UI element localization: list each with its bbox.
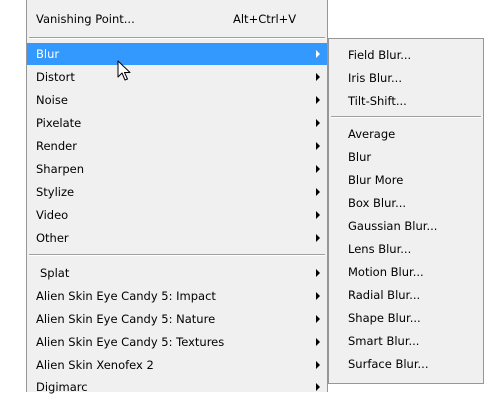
menu-item-digimarc[interactable]: Digimarc — [27, 376, 327, 398]
chevron-right-icon — [316, 188, 320, 196]
submenu-item-blur-more[interactable]: Blur More — [329, 169, 483, 191]
menu-item-noise[interactable]: Noise — [27, 89, 327, 111]
chevron-right-icon — [316, 211, 320, 219]
menu-separator — [29, 37, 325, 39]
menu-item-label: Tilt-Shift... — [348, 94, 407, 108]
menu-item-stylize[interactable]: Stylize — [27, 181, 327, 203]
menu-item-label: Smart Blur... — [348, 334, 420, 348]
menu-item-label: Box Blur... — [348, 196, 407, 210]
menu-item-label: Pixelate — [36, 116, 82, 130]
menu-item-render[interactable]: Render — [27, 135, 327, 157]
blur-submenu: Field Blur... Iris Blur... Tilt-Shift...… — [328, 38, 484, 384]
menu-item-label: Alien Skin Eye Candy 5: Impact — [36, 289, 216, 303]
menu-item-eye-candy-textures[interactable]: Alien Skin Eye Candy 5: Textures — [27, 331, 327, 353]
menu-item-label: Blur — [36, 47, 60, 61]
menu-item-label: Alien Skin Eye Candy 5: Nature — [36, 312, 216, 326]
menu-item-label: Motion Blur... — [348, 265, 424, 279]
menu-item-label: Splat — [40, 266, 70, 280]
menu-item-blur[interactable]: Blur — [27, 43, 327, 65]
menu-item-label: Lens Blur... — [348, 242, 412, 256]
submenu-item-lens-blur[interactable]: Lens Blur... — [329, 238, 483, 260]
chevron-right-icon — [316, 73, 320, 81]
submenu-item-box-blur[interactable]: Box Blur... — [329, 192, 483, 214]
submenu-item-tilt-shift[interactable]: Tilt-Shift... — [329, 90, 483, 112]
submenu-item-shape-blur[interactable]: Shape Blur... — [329, 307, 483, 329]
chevron-right-icon — [316, 269, 320, 277]
mouse-pointer-icon — [117, 60, 131, 81]
menu-item-label: Iris Blur... — [348, 71, 402, 85]
menu-item-label: Render — [36, 139, 77, 153]
menu-item-label: Shape Blur... — [348, 311, 421, 325]
menu-item-sharpen[interactable]: Sharpen — [27, 158, 327, 180]
menu-item-label: Blur More — [348, 173, 404, 187]
menu-item-distort[interactable]: Distort — [27, 66, 327, 88]
menu-item-eye-candy-impact[interactable]: Alien Skin Eye Candy 5: Impact — [27, 285, 327, 307]
menu-item-other[interactable]: Other — [27, 227, 327, 249]
menu-item-label: Stylize — [36, 185, 75, 199]
filter-menu: Vanishing Point... Alt+Ctrl+V Blur Disto… — [26, 0, 328, 394]
menu-separator — [331, 116, 481, 118]
submenu-item-smart-blur[interactable]: Smart Blur... — [329, 330, 483, 352]
menu-item-splat[interactable]: Splat — [27, 262, 327, 284]
chevron-right-icon — [316, 234, 320, 242]
chevron-right-icon — [316, 292, 320, 300]
menu-item-label: Surface Blur... — [348, 357, 429, 371]
menu-item-label: Average — [348, 127, 396, 141]
chevron-right-icon — [316, 119, 320, 127]
chevron-right-icon — [316, 383, 320, 391]
chevron-right-icon — [316, 315, 320, 323]
menu-item-label: Alien Skin Xenofex 2 — [36, 358, 154, 372]
menu-item-eye-candy-nature[interactable]: Alien Skin Eye Candy 5: Nature — [27, 308, 327, 330]
menu-item-pixelate[interactable]: Pixelate — [27, 112, 327, 134]
menu-item-label: Sharpen — [36, 162, 85, 176]
menu-separator — [29, 254, 325, 256]
menu-item-label: Vanishing Point... — [36, 12, 135, 26]
shortcut-label: Alt+Ctrl+V — [233, 12, 297, 26]
menu-item-label: Distort — [36, 70, 75, 84]
menu-item-label: Blur — [348, 150, 372, 164]
menu-item-label: Gaussian Blur... — [348, 219, 438, 233]
submenu-item-radial-blur[interactable]: Radial Blur... — [329, 284, 483, 306]
submenu-item-motion-blur[interactable]: Motion Blur... — [329, 261, 483, 283]
submenu-item-gaussian-blur[interactable]: Gaussian Blur... — [329, 215, 483, 237]
menu-item-label: Field Blur... — [348, 48, 412, 62]
menu-item-label: Alien Skin Eye Candy 5: Textures — [36, 335, 225, 349]
chevron-right-icon — [316, 50, 320, 58]
submenu-item-iris-blur[interactable]: Iris Blur... — [329, 67, 483, 89]
menu-item-label: Noise — [36, 93, 68, 107]
menu-item-video[interactable]: Video — [27, 204, 327, 226]
menu-item-xenofex[interactable]: Alien Skin Xenofex 2 — [27, 354, 327, 376]
menu-item-label: Other — [36, 231, 69, 245]
chevron-right-icon — [316, 165, 320, 173]
chevron-right-icon — [316, 96, 320, 104]
submenu-item-blur[interactable]: Blur — [329, 146, 483, 168]
menu-item-vanishing-point[interactable]: Vanishing Point... Alt+Ctrl+V — [27, 8, 327, 30]
menu-item-label: Radial Blur... — [348, 288, 421, 302]
chevron-right-icon — [316, 338, 320, 346]
menu-item-label: Video — [36, 208, 69, 222]
chevron-right-icon — [316, 361, 320, 369]
submenu-item-field-blur[interactable]: Field Blur... — [329, 44, 483, 66]
chevron-right-icon — [316, 142, 320, 150]
submenu-item-average[interactable]: Average — [329, 123, 483, 145]
submenu-item-surface-blur[interactable]: Surface Blur... — [329, 353, 483, 375]
